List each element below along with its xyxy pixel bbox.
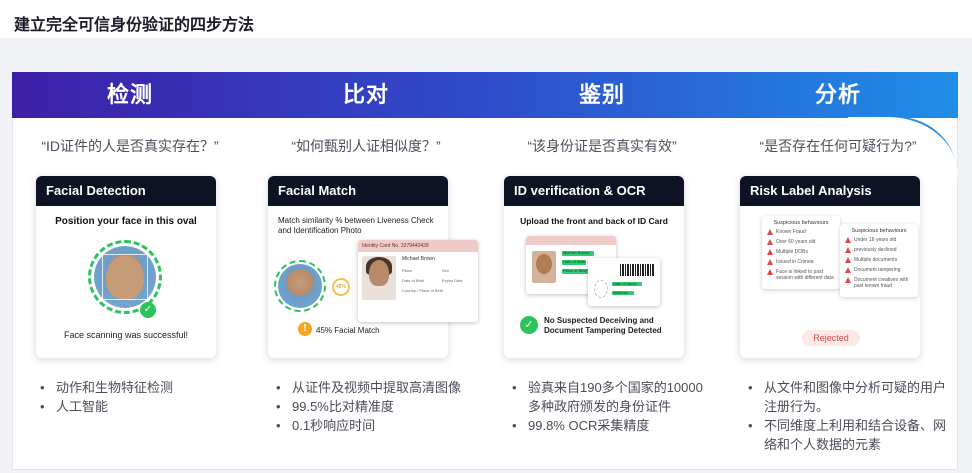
step-title: 检测 (106, 82, 153, 107)
step-question: “是否存在任何可疑行为?” (759, 138, 917, 154)
risk-item: Multiple documents (844, 257, 914, 263)
match-percent-badge: 48% (332, 278, 350, 296)
id-field: Country / Place of Birth (402, 288, 444, 293)
step-column-verification: 鉴别 “该身份证是否真实有效” ID verification & OCR Up… (484, 72, 720, 470)
risk-item: Document creatives with past known fraud (844, 277, 914, 289)
risk-item: Face is linked to past session with diff… (766, 269, 836, 281)
feature-item: 99.5%比对精准度 (274, 397, 474, 416)
ocr-field-text: Place of Birth (563, 268, 587, 273)
ocr-field-text: Michael Brown (563, 250, 590, 255)
risk-list-title: Suspicious behaviours (851, 228, 907, 234)
id-card-number: Identity Card No. 3379440428 (358, 240, 478, 252)
id-card-preview: Identity Card No. 3379440428 Michael Bro… (358, 240, 478, 322)
rejected-badge: Rejected (802, 330, 860, 346)
card-header: Facial Match (268, 176, 448, 206)
risk-item: previously declined (844, 247, 914, 253)
step-question: “ID证件的人是否真实存在？” (41, 138, 219, 154)
feature-list: 动作和生物特征检测 人工智能 (38, 378, 238, 416)
id-verification-card: ID verification & OCR Upload the front a… (504, 176, 684, 358)
risk-item: Over 60 years old (766, 239, 836, 245)
id-card-front-header (526, 236, 616, 245)
feature-item: 从文件和图像中分析可疑的用户注册行为。 (746, 378, 946, 416)
upload-instruction: Upload the front and back of ID Card (520, 216, 668, 226)
risk-list-left: Suspicious behaviours Known Fraud Over 6… (762, 216, 840, 289)
feature-item: 从证件及视频中提取高清图像 (274, 378, 474, 397)
id-name: Michael Brown (402, 256, 435, 262)
risk-item: Known Fraud (766, 229, 836, 235)
step-question: “该身份证是否真实有效” (527, 138, 677, 154)
risk-item: Document tampering (844, 267, 914, 273)
card-header: ID verification & OCR (504, 176, 684, 206)
step-question: “如何甄别人证相似度？” (291, 138, 441, 154)
match-result: 45% Facial Match (316, 326, 380, 335)
match-description: Match similarity % between Liveness Chec… (278, 216, 434, 235)
step-title: 分析 (814, 82, 861, 107)
feature-item: 0.1秒响应时间 (274, 416, 474, 435)
id-field: Sex (442, 268, 449, 273)
feature-item: 人工智能 (38, 397, 238, 416)
id-photo-face (369, 260, 389, 286)
id-field: Date of Birth (402, 278, 425, 283)
risk-label-card: Risk Label Analysis Suspicious behaviour… (740, 176, 920, 358)
feature-list: 从文件和图像中分析可疑的用户注册行为。 不同维度上利用和结合设备、网络和个人数据… (746, 378, 946, 454)
risk-item: Issued in Crimea (766, 259, 836, 265)
risk-item: Multiple DOBs (766, 249, 836, 255)
selfie-ring (274, 260, 326, 312)
oval-instruction: Position your face in this oval (55, 216, 197, 227)
scan-status: Face scanning was successful! (63, 330, 189, 340)
check-icon: ✓ (140, 302, 156, 318)
feature-item: 99.8% OCR采集精度 (510, 416, 710, 435)
id-field: Expiry Date (442, 278, 463, 283)
step-column-analysis: 分析 “是否存在任何可疑行为?” Risk Label Analysis Sus… (720, 72, 956, 470)
risk-list-right: Suspicious behaviours Under 16 years old… (840, 224, 918, 297)
card-header: Facial Detection (36, 176, 216, 206)
step-title: 鉴别 (578, 82, 625, 107)
step-title: 比对 (342, 82, 389, 107)
feature-list: 验真来自190多个国家的10000多种政府颁发的身份证件 99.8% OCR采集… (510, 378, 710, 435)
ocr-field-text: Address (613, 290, 628, 295)
feature-list: 从证件及视频中提取高清图像 99.5%比对精准度 0.1秒响应时间 (274, 378, 474, 435)
warning-icon: ! (298, 322, 312, 336)
risk-list-title: Suspicious behaviours (773, 220, 829, 226)
feature-item: 动作和生物特征检测 (38, 378, 238, 397)
id-field: Place (402, 268, 413, 273)
ocr-field-text: Date of Birth (563, 259, 586, 264)
check-icon: ✓ (520, 316, 538, 334)
feature-item: 不同维度上利用和结合设备、网络和个人数据的元素 (746, 416, 946, 454)
step-column-comparison: 比对 “如何甄别人证相似度？” Facial Match Match simil… (248, 72, 484, 470)
barcode-icon (620, 264, 654, 276)
card-header: Risk Label Analysis (740, 176, 920, 206)
id-photo-face (536, 254, 552, 274)
feature-item: 验真来自190多个国家的10000多种政府颁发的身份证件 (510, 378, 710, 416)
id-card-back: Date of Issue Address (588, 258, 660, 306)
facial-match-card: Facial Match Match similarity % between … (268, 176, 478, 358)
ocr-field-text: Date of Issue (613, 281, 637, 286)
step-column-detection: 检测 “ID证件的人是否真实存在？” Facial Detection Posi… (12, 72, 248, 470)
facial-detection-card: Facial Detection Position your face in t… (36, 176, 216, 358)
verification-result: No Suspected Deceiving and Document Tamp… (544, 316, 662, 335)
fingerprint-icon (594, 280, 608, 298)
page-title: 建立完全可信身份验证的四步方法 (14, 17, 255, 34)
risk-item: Under 16 years old (844, 237, 914, 243)
